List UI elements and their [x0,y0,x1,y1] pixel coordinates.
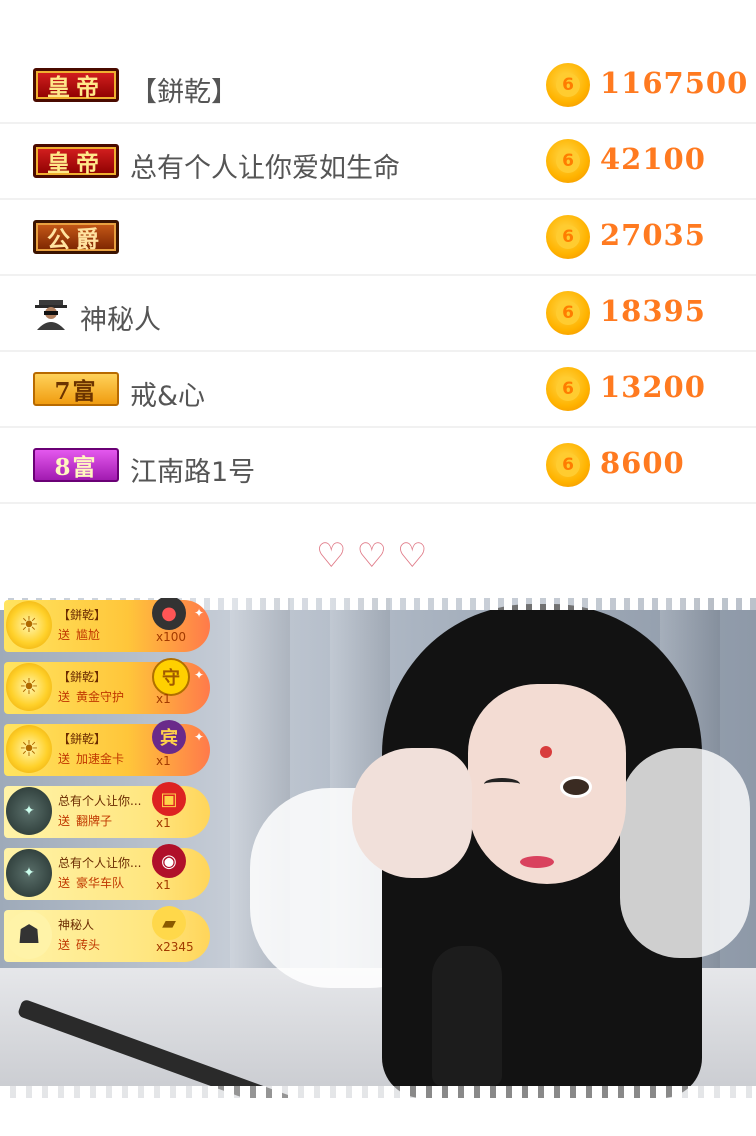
rank-username: 神秘人 [80,305,161,336]
rank-amount: 27035 [600,218,706,252]
user-avatar-icon: ✦ [6,787,52,835]
coin-glyph: 6 [556,453,580,477]
coin-icon: 6 [546,139,590,183]
rank-username: 戒&心 [130,381,206,412]
gift-action: 送尴尬 [58,626,100,643]
gift-name: 加速金卡 [76,752,125,766]
rank-username: 【鉼乾】 [130,77,238,108]
torn-edge [0,1086,756,1098]
gift-send-label: 送 [58,876,71,890]
brick-icon: ▰ [152,906,186,940]
sun-avatar-icon: ☀ [6,663,52,711]
rank-amount: 13200 [600,370,706,404]
lips [520,856,554,868]
coin-icon: 6 [546,63,590,107]
gift-action: 送加速金卡 [58,750,124,767]
mystery-person-icon [35,300,67,330]
rank-username: 总有个人让你爱如生命 [130,153,400,184]
coin-icon: 6 [546,291,590,335]
sun-avatar-icon: ☀ [6,601,52,649]
gift-message[interactable]: ✦ 总有个人让你... 送豪华车队 ◉ x1 [4,844,210,900]
gift-action: 送翻牌子 [58,812,112,829]
gift-message[interactable]: ☗ 神秘人 送砖头 ▰ x2345 [4,906,210,962]
rank-row[interactable]: 公爵 6 27035 [0,200,756,276]
gift-count: x1 [156,692,171,706]
gift-send-label: 送 [58,814,71,828]
gift-action: 送豪华车队 [58,874,124,891]
gift-name: 砖头 [76,938,101,952]
gift-message[interactable]: ✦ 总有个人让你... 送翻牌子 ▣ x1 [4,782,210,838]
forehead-mark [540,746,552,758]
rank-username: 江南路1号 [130,457,256,488]
rank-amount: 42100 [600,142,706,176]
rank-badge-emperor: 皇帝 [33,68,119,102]
coin-glyph: 6 [556,225,580,249]
gift-count: x1 [156,754,171,768]
rank-row[interactable]: 皇帝 【鉼乾】 6 1167500 [0,48,756,124]
gift-send-label: 送 [58,690,71,704]
gift-count: x1 [156,816,171,830]
gift-action: 送黄金守护 [58,688,124,705]
gift-message[interactable]: ☀ 【鉼乾】 送加速金卡 宾 x1 ✦ [4,720,210,776]
streamer-sleeve [620,748,750,958]
coin-glyph: 6 [556,301,580,325]
contribution-ranklist: 皇帝 【鉼乾】 6 1167500 皇帝 总有个人让你爱如生命 6 42100 … [0,48,756,504]
gift-send-label: 送 [58,938,71,952]
microphone [432,946,502,1086]
gift-sender: 【鉼乾】 [58,608,107,622]
gift-count: x2345 [156,940,194,954]
sparkle-icon: ✦ [194,606,205,620]
rank-row[interactable]: 7富 戒&心 6 13200 [0,352,756,428]
coin-glyph: 6 [556,377,580,401]
gift-sender: 总有个人让你... [58,856,142,870]
gift-name: 豪华车队 [76,876,125,890]
hearts-decoration: ♡♡♡ [316,536,438,576]
sparkle-icon: ✦ [194,668,205,682]
gift-name: 黄金守护 [76,690,125,704]
gold-card-icon: 宾 [152,720,186,754]
rank-badge-rich7: 7富 [33,372,119,406]
coin-glyph: 6 [556,73,580,97]
coin-glyph: 6 [556,149,580,173]
guard-shield-icon: 守 [152,658,190,696]
gift-sender: 【鉼乾】 [58,670,107,684]
gift-sender: 【鉼乾】 [58,732,107,746]
car-icon: ◉ [152,844,186,878]
gift-sender: 神秘人 [58,918,95,932]
gift-feed: ☀ 【鉼乾】 送尴尬 ● x100 ✦ ☀ 【鉼乾】 送黄金守护 守 x1 ✦ … [4,598,218,972]
sun-avatar-icon: ☀ [6,725,52,773]
gift-count: x1 [156,878,171,892]
coin-icon: 6 [546,367,590,411]
rank-badge-emperor: 皇帝 [33,144,119,178]
sparkle-icon: ✦ [194,730,205,744]
gift-count: x100 [156,630,187,644]
gift-send-label: 送 [58,628,71,642]
coin-icon: 6 [546,215,590,259]
mystery-person-icon: ☗ [6,911,52,959]
rank-badge-duke: 公爵 [33,220,119,254]
rank-row[interactable]: 8富 江南路1号 6 8600 [0,428,756,504]
gift-action: 送砖头 [58,936,100,953]
rank-row[interactable]: 神秘人 6 18395 [0,276,756,352]
gift-sender: 总有个人让你... [58,794,142,808]
gift-send-label: 送 [58,752,71,766]
rank-amount: 18395 [600,294,706,328]
gift-message[interactable]: ☀ 【鉼乾】 送黄金守护 守 x1 ✦ [4,658,210,714]
coin-icon: 6 [546,443,590,487]
gift-message[interactable]: ☀ 【鉼乾】 送尴尬 ● x100 ✦ [4,598,210,652]
open-eye [560,776,592,798]
rank-amount: 8600 [600,446,685,480]
bomb-icon: ● [152,598,186,630]
peace-sign-hand [352,748,472,878]
rank-badge-rich8: 8富 [33,448,119,482]
winking-eye [484,778,520,790]
rank-amount: 1167500 [600,66,749,100]
gift-name: 翻牌子 [76,814,113,828]
flip-sign-icon: ▣ [152,782,186,816]
user-avatar-icon: ✦ [6,849,52,897]
rank-row[interactable]: 皇帝 总有个人让你爱如生命 6 42100 [0,124,756,200]
gift-name: 尴尬 [76,628,101,642]
live-stream-video[interactable]: ☀ 【鉼乾】 送尴尬 ● x100 ✦ ☀ 【鉼乾】 送黄金守护 守 x1 ✦ … [0,598,756,1098]
